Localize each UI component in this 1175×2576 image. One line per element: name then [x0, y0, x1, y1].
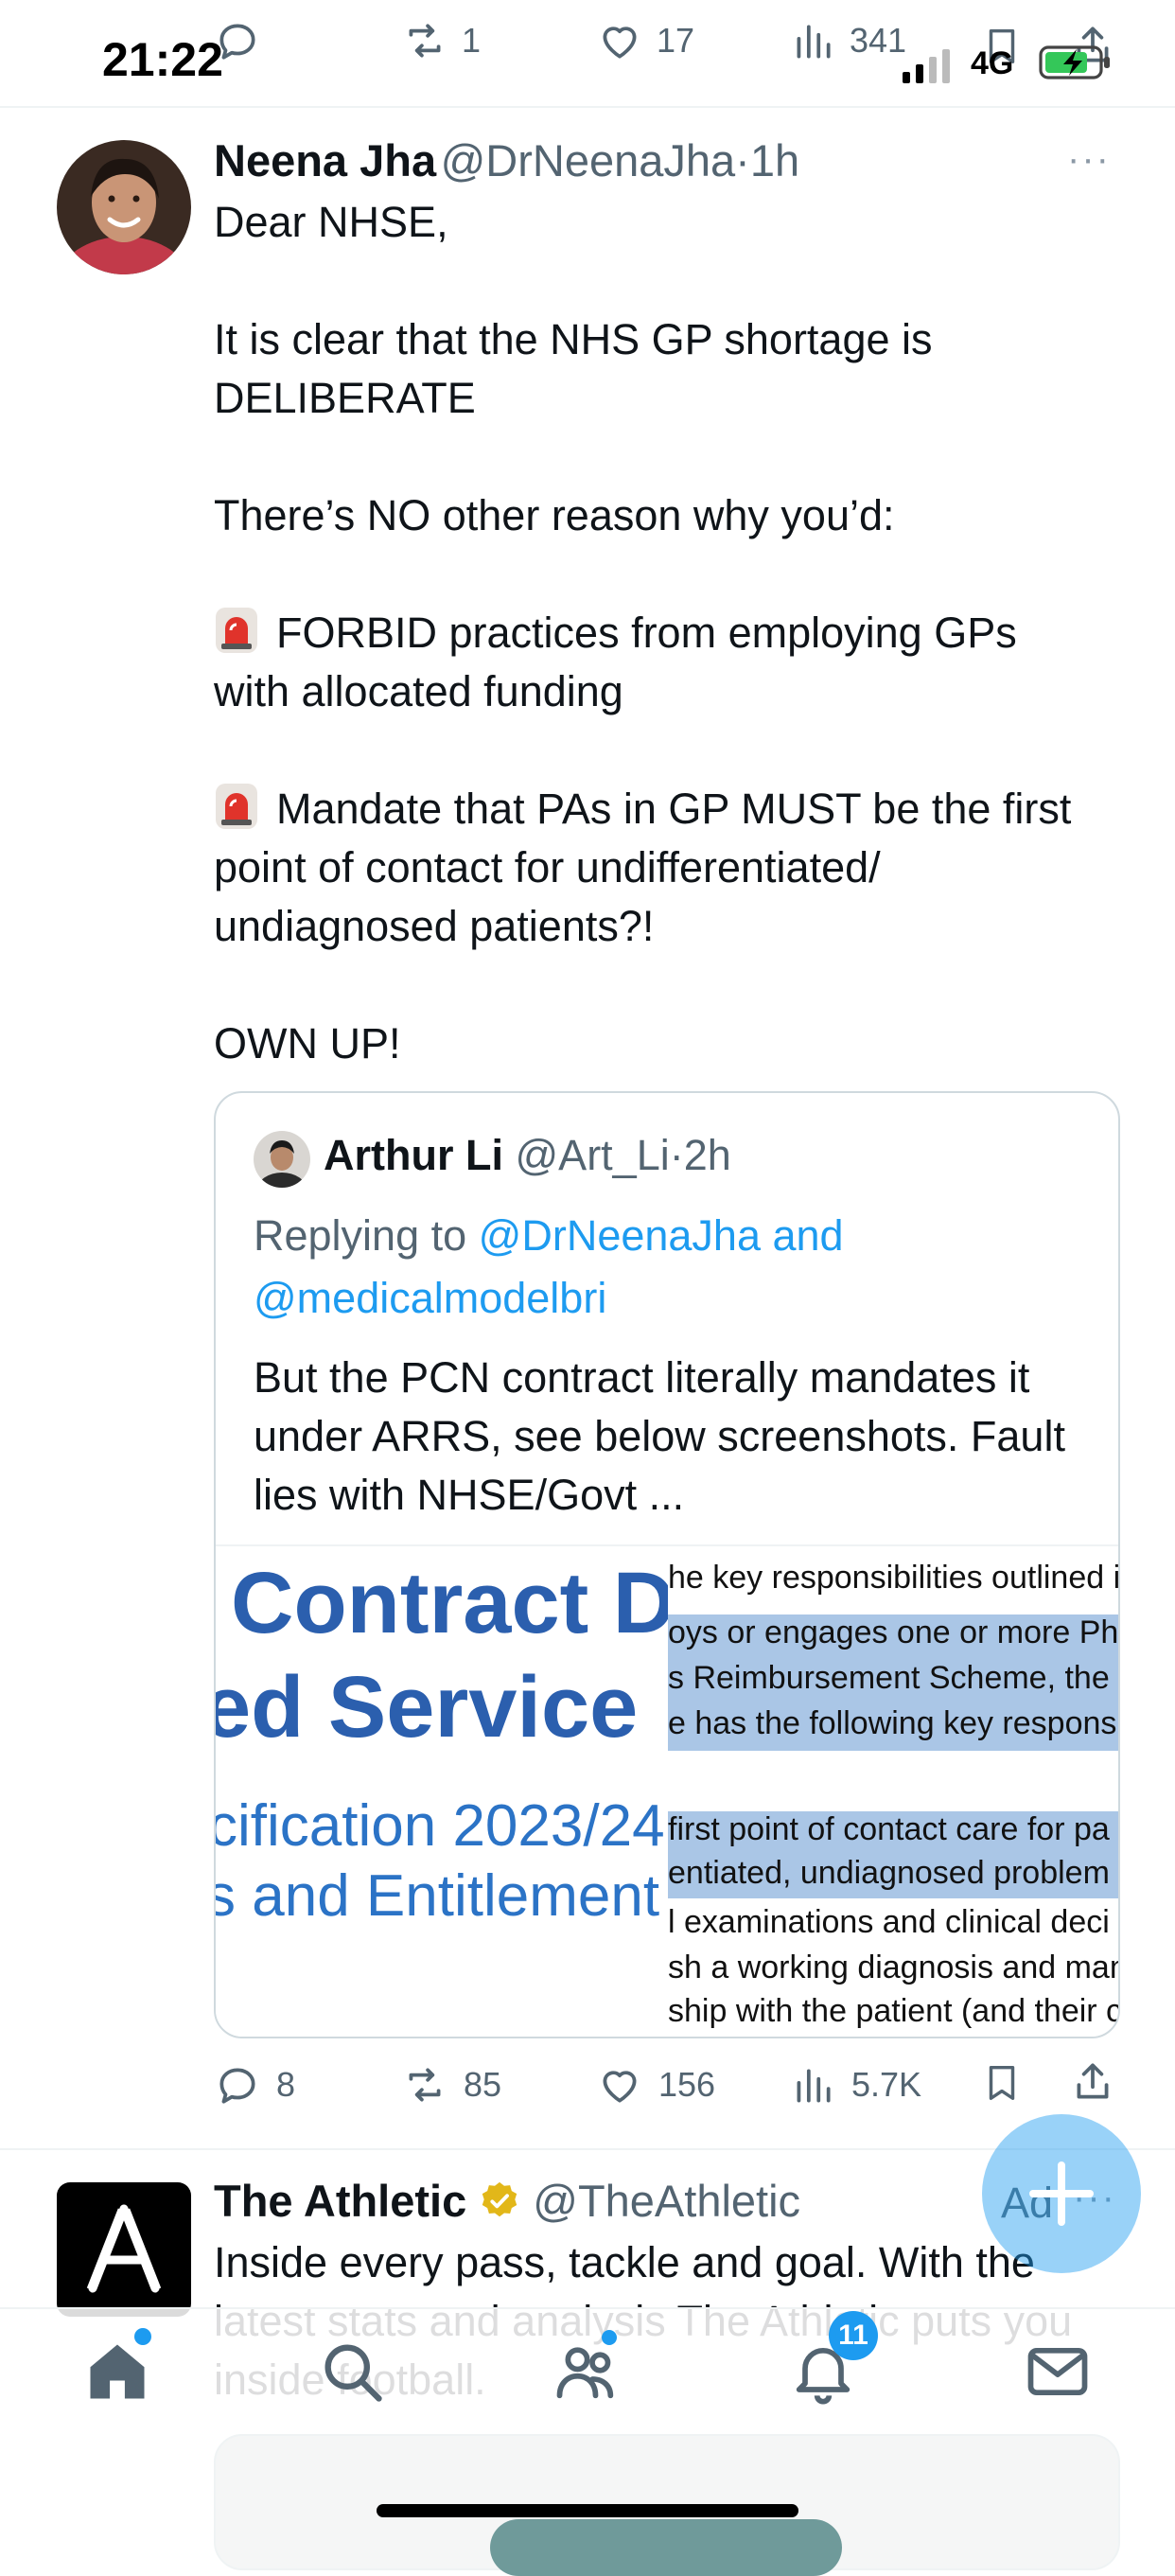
home-icon — [90, 2344, 145, 2399]
nav-communities[interactable] — [551, 2330, 623, 2408]
contract-subtitle-line-1: cification 2023/24 — [216, 1793, 665, 1859]
top-reply-action[interactable] — [214, 17, 261, 64]
verified-badge-icon — [482, 2181, 517, 2216]
retweet-icon — [409, 24, 441, 58]
compose-button[interactable] — [982, 2114, 1141, 2273]
tweet-line-greeting: Dear NHSE, — [214, 198, 448, 246]
bullet-2-text: Mandate that PAs in GP MUST be the first… — [214, 785, 1072, 950]
quoted-author-name: Arthur Li — [324, 1131, 503, 1179]
replying-to-prefix: Replying to — [254, 1211, 467, 1260]
doc-line-3: s Reimbursement Scheme, the — [668, 1660, 1118, 1705]
media-image-contract[interactable]: Contract D ed Service cification 2023/24… — [216, 1546, 668, 2037]
top-like-action[interactable]: 17 — [596, 17, 694, 64]
views-icon — [797, 25, 831, 59]
quoted-author-handle: @Art_Li — [515, 1131, 670, 1179]
status-time: 21:22 — [102, 33, 223, 86]
like-count: 156 — [658, 2065, 716, 2104]
tweet-line-closing: OWN UP! — [214, 1019, 401, 1067]
communities-unread-dot — [602, 2330, 617, 2345]
home-unread-dot — [134, 2328, 151, 2345]
quoted-time: 2h — [683, 1131, 731, 1179]
athletic-avatar[interactable] — [57, 2182, 191, 2317]
nav-notifications[interactable]: 11 — [787, 2311, 878, 2408]
siren-emoji-icon — [216, 784, 257, 829]
tweet-line-claim: It is clear that the NHS GP shortage is … — [214, 315, 933, 422]
athletic-logo-icon — [86, 2204, 162, 2293]
doc-line-6: entiated, undiagnosed problem — [668, 1855, 1118, 1898]
doc-line-2: oys or engages one or more Ph — [668, 1614, 1118, 1660]
home-indicator[interactable] — [377, 2504, 798, 2517]
tweet-text: Dear NHSE, It is clear that the NHS GP s… — [214, 193, 1103, 1073]
views-action[interactable]: 5.7K — [789, 2061, 921, 2108]
top-like-count: 17 — [657, 21, 695, 60]
author-handle[interactable]: @DrNeenaJha — [441, 135, 736, 185]
quoted-text: But the PCN contract literally mandates … — [254, 1353, 1065, 1519]
tweet-time[interactable]: 1h — [750, 135, 799, 185]
heart-icon — [603, 26, 637, 59]
doc-line-7: l examinations and clinical deci — [668, 1904, 1110, 1940]
quoted-header: Arthur Li @Art_Li·2h — [324, 1131, 731, 1180]
views-count: 5.7K — [851, 2065, 922, 2104]
battery-charging-icon — [1039, 44, 1113, 81]
reply-count: 8 — [276, 2065, 296, 2104]
doc-line-1: he key responsibilities outlined in — [668, 1560, 1118, 1596]
doc-line-4: e has the following key responsi — [668, 1705, 1118, 1751]
heart-icon — [603, 2071, 637, 2103]
notifications-badge: 11 — [829, 2311, 878, 2360]
top-views-action[interactable]: 341 — [789, 17, 906, 64]
nav-search[interactable] — [316, 2336, 388, 2408]
tweet-bullet-2: Mandate that PAs in GP MUST be the first… — [214, 780, 1103, 956]
retweet-action[interactable]: 85 — [401, 2061, 501, 2108]
plus-icon — [1029, 2161, 1094, 2226]
siren-emoji-icon — [216, 608, 257, 653]
contract-title-line-2: ed Service — [216, 1659, 639, 1756]
media-image-responsibilities[interactable]: he key responsibilities outlined in oys … — [668, 1546, 1118, 2037]
tweet-header: Neena Jha @DrNeenaJha·1h — [214, 134, 799, 186]
top-retweet-action[interactable]: 1 — [401, 17, 481, 64]
retweet-count: 85 — [464, 2065, 502, 2104]
like-action[interactable]: 156 — [596, 2061, 715, 2108]
bullet-1-text: FORBID practices from employing GPs with… — [214, 609, 1017, 715]
mail-icon — [1027, 2347, 1088, 2396]
nav-messages[interactable] — [1022, 2336, 1094, 2408]
header-separator: · — [735, 135, 750, 185]
bottom-nav: 11 — [0, 2307, 1175, 2442]
views-icon — [797, 2069, 831, 2103]
bookmark-icon[interactable] — [980, 2056, 1024, 2108]
quoted-media[interactable]: Contract D ed Service cification 2023/24… — [216, 1544, 1118, 2037]
top-retweet-count: 1 — [462, 21, 482, 60]
promoted-author-name[interactable]: The Athletic — [214, 2175, 466, 2227]
top-bar: 21:22 1 17 341 4G — [0, 0, 1175, 108]
doc-line-9: ship with the patient (and their c — [668, 1993, 1118, 2029]
quoted-tweet-card[interactable]: Arthur Li @Art_Li·2h Replying to @DrNeen… — [214, 1091, 1120, 2038]
top-views-count: 341 — [850, 21, 907, 60]
doc-line-5: first point of contact care for pa — [668, 1811, 1118, 1855]
network-type: 4G — [971, 45, 1014, 81]
author-name[interactable]: Neena Jha — [214, 135, 436, 185]
more-options-button[interactable]: ··· — [1067, 138, 1111, 181]
promoted-header: The Athletic @TheAthletic — [214, 2175, 800, 2227]
promoted-author-handle[interactable]: @TheAthletic — [533, 2175, 800, 2227]
communities-icon — [556, 2347, 614, 2399]
reply-action[interactable]: 8 — [214, 2061, 295, 2108]
tweet-bullet-1: FORBID practices from employing GPs with… — [214, 604, 1103, 721]
reply-icon — [219, 2068, 255, 2104]
nav-home[interactable] — [81, 2328, 153, 2408]
search-icon — [324, 2344, 382, 2402]
tweet-line-reason: There’s NO other reason why you’d: — [214, 491, 895, 539]
retweet-icon — [409, 2068, 441, 2102]
quoted-separator: · — [669, 1131, 684, 1179]
author-avatar[interactable] — [57, 140, 191, 274]
share-icon[interactable] — [1069, 2056, 1116, 2107]
quoted-author-avatar — [254, 1131, 310, 1188]
doc-line-8: sh a working diagnosis and man — [668, 1950, 1118, 1985]
signal-icon — [903, 45, 956, 83]
replying-to: Replying to @DrNeenaJha and @medicalmode… — [254, 1205, 1086, 1330]
reply-icon — [219, 24, 255, 60]
contract-subtitle-line-2: s and Entitlement — [216, 1863, 660, 1929]
promoted-card-button[interactable] — [490, 2519, 842, 2576]
contract-title-line-1: Contract D — [231, 1555, 668, 1651]
